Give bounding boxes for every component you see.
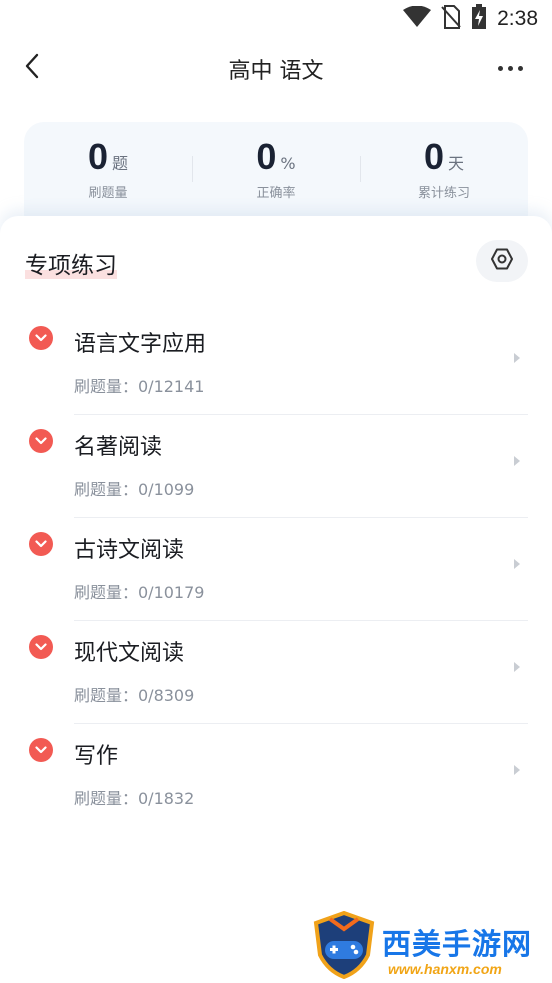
chevron-right-icon (512, 350, 522, 364)
list-item[interactable]: 现代文阅读 刷题量：0/8309 (0, 621, 552, 724)
watermark-text: 西美手游网 (382, 927, 533, 961)
list-item[interactable]: 写作 刷题量：0/1832 (0, 724, 552, 827)
section-title-text: 专项练习 (25, 253, 117, 279)
item-name: 名著阅读 (74, 435, 163, 460)
wifi-icon (403, 5, 432, 32)
item-count: 刷题量：0/1099 (74, 480, 195, 499)
more-dot (507, 65, 513, 71)
stat-label: 刷题量 (88, 186, 128, 201)
chevron-right-icon (512, 556, 522, 570)
shield-gamepad-icon (310, 910, 378, 983)
list-item[interactable]: 语言文字应用 刷题量：0/12141 (0, 312, 552, 415)
chevron-down-icon[interactable] (29, 635, 53, 659)
status-icons: 2:38 (403, 4, 538, 34)
chevron-right-icon (512, 453, 522, 467)
settings-button[interactable] (476, 240, 528, 282)
practice-sheet: 专项练习 语言文字应用 刷题量：0/12141 名著阅读 刷题量：0/1099 (0, 216, 552, 983)
stat-value: 0 (87, 136, 108, 177)
list-item[interactable]: 古诗文阅读 刷题量：0/10179 (0, 518, 552, 621)
stats-card: 0 题 刷题量 0 % 正确率 0 天 累计练习 (24, 122, 528, 222)
hexagon-settings-icon (490, 247, 514, 275)
stat-value: 0 (423, 136, 444, 177)
more-horizontal-icon (497, 65, 503, 71)
chevron-right-icon (512, 762, 522, 776)
status-time: 2:38 (497, 7, 538, 30)
stat-label: 累计练习 (417, 186, 470, 201)
no-sim-icon (441, 5, 461, 33)
chevron-down-icon[interactable] (29, 429, 53, 453)
item-name: 写作 (74, 744, 119, 769)
page-title: 高中 语文 (228, 59, 324, 84)
stat-accuracy: 0 % 正确率 (192, 122, 360, 222)
more-dot (517, 65, 523, 71)
stat-label: 正确率 (256, 186, 296, 201)
nav-bar: 高中 语文 (0, 40, 552, 96)
item-count: 刷题量：0/8309 (74, 686, 195, 705)
item-count: 刷题量：0/10179 (74, 583, 205, 602)
stat-unit: 天 (448, 154, 465, 173)
item-count: 刷题量：0/12141 (74, 377, 205, 396)
stat-unit: % (280, 154, 296, 173)
stat-value: 0 (256, 136, 277, 177)
section-title: 专项练习 (25, 246, 117, 280)
chevron-right-icon (512, 659, 522, 673)
status-bar: 2:38 (0, 0, 552, 38)
list-item[interactable]: 名著阅读 刷题量：0/1099 (0, 415, 552, 518)
chevron-down-icon[interactable] (29, 532, 53, 556)
watermark-url: www.hanxm.com (388, 961, 502, 977)
item-name: 现代文阅读 (74, 641, 185, 666)
stat-question-count: 0 题 刷题量 (24, 122, 192, 222)
more-button[interactable] (492, 54, 528, 82)
watermark-logo: 西美手游网 www.hanxm.com (308, 905, 552, 983)
stat-unit: 题 (112, 154, 129, 173)
battery-charging-icon (471, 4, 487, 34)
chevron-down-icon[interactable] (29, 326, 53, 350)
item-count: 刷题量：0/1832 (74, 789, 195, 808)
item-name: 古诗文阅读 (74, 538, 185, 563)
stat-practice-days: 0 天 累计练习 (360, 122, 528, 222)
practice-list: 语言文字应用 刷题量：0/12141 名著阅读 刷题量：0/1099 古诗文阅读… (0, 312, 552, 827)
item-name: 语言文字应用 (74, 332, 207, 357)
chevron-down-icon[interactable] (29, 738, 53, 762)
